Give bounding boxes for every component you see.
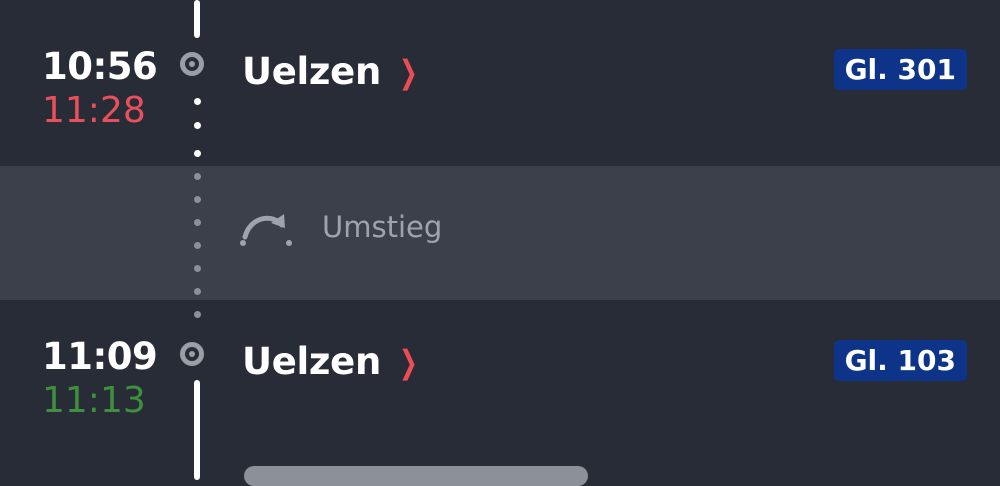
actual-time: 11:13 — [42, 380, 146, 421]
track-badge: Gl. 103 — [833, 340, 967, 381]
stop-marker-icon — [180, 342, 204, 366]
timeline-dot — [194, 219, 201, 226]
stop-row-2: 11:09 11:13 Uelzen ❯ Gl. 103 — [0, 300, 1000, 473]
timeline-dot — [194, 311, 201, 318]
transfer-label: Umstieg — [322, 210, 443, 244]
timeline-dot — [194, 265, 201, 272]
station-name: Uelzen — [242, 340, 381, 383]
actual-time: 11:28 — [42, 90, 146, 131]
station-link[interactable]: Uelzen ❯ — [242, 50, 422, 93]
station-link[interactable]: Uelzen ❯ — [242, 340, 422, 383]
chevron-right-icon: ❯ — [398, 342, 418, 381]
timeline-dot — [194, 122, 201, 129]
station-name: Uelzen — [242, 50, 381, 93]
timeline-dot — [194, 173, 201, 180]
stop-times: 11:09 11:13 — [42, 338, 162, 419]
timeline-dot — [194, 242, 201, 249]
planned-time: 11:09 — [42, 335, 158, 378]
track-badge: Gl. 301 — [833, 49, 967, 90]
timeline-dot — [194, 98, 201, 105]
timeline-dot — [194, 150, 201, 157]
stop-row-1: 10:56 11:28 Uelzen ❯ Gl. 301 — [0, 0, 1000, 166]
stop-marker-icon — [180, 52, 204, 76]
stop-times: 10:56 11:28 — [42, 48, 162, 129]
chevron-right-icon: ❯ — [398, 52, 418, 91]
timeline-dot — [194, 288, 201, 295]
timeline-segment — [194, 0, 200, 38]
planned-time: 10:56 — [42, 45, 158, 88]
transfer-section — [0, 166, 1000, 300]
timeline-dot — [194, 196, 201, 203]
train-info-pill[interactable] — [244, 466, 588, 486]
timeline-segment — [194, 380, 200, 480]
transfer-arc-icon — [240, 214, 292, 246]
